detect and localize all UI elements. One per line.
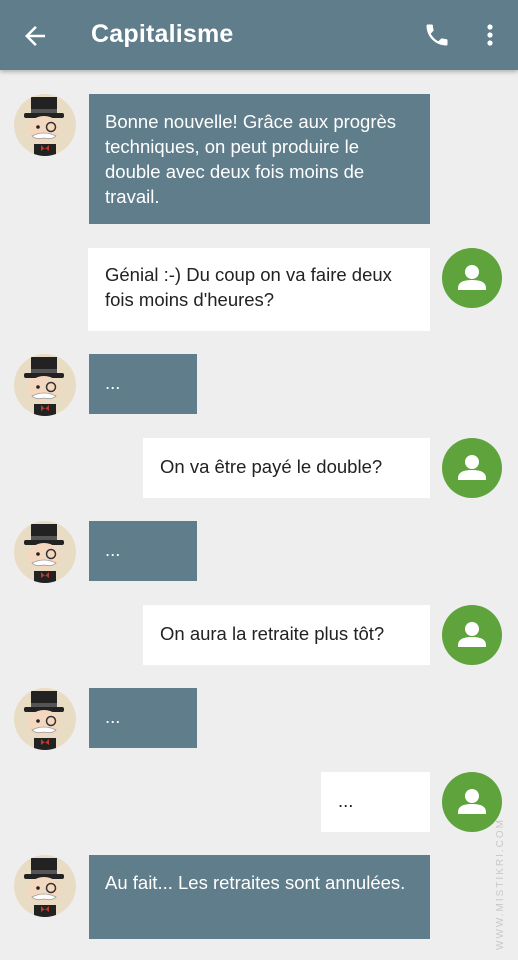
monopoly-man-icon [24,97,64,156]
phone-icon[interactable] [423,21,451,49]
message-bubble[interactable]: ... [89,354,197,414]
more-vert-icon[interactable] [478,20,502,50]
monopoly-man-icon [24,357,64,416]
monopoly-avatar[interactable] [14,94,76,156]
user-avatar[interactable] [442,248,502,308]
person-icon [458,455,486,480]
message-bubble[interactable]: Au fait... Les retraites sont annulées. [89,855,430,939]
user-avatar[interactable] [442,605,502,665]
monopoly-avatar[interactable] [14,521,76,583]
arrow-back-icon[interactable] [20,21,50,51]
monopoly-man-icon [24,691,64,750]
monopoly-man-icon [24,524,64,583]
message-bubble[interactable]: Génial :-) Du coup on va faire deux fois… [88,248,430,331]
conversation-title: Capitalisme [91,20,234,48]
app-bar: Capitalisme [0,0,518,70]
message-bubble[interactable]: ... [89,688,197,748]
message-bubble[interactable]: On va être payé le double? [143,438,430,498]
message-bubble[interactable]: Bonne nouvelle! Grâce aux progrès techni… [89,94,430,224]
watermark: WWW.MISTIKRI.COM [495,818,506,950]
message-bubble[interactable]: ... [321,772,430,832]
monopoly-avatar[interactable] [14,855,76,917]
person-icon [458,789,486,814]
message-bubble[interactable]: On aura la retraite plus tôt? [143,605,430,665]
person-icon [458,265,486,290]
person-icon [458,622,486,647]
monopoly-avatar[interactable] [14,688,76,750]
message-bubble[interactable]: ... [89,521,197,581]
monopoly-avatar[interactable] [14,354,76,416]
user-avatar[interactable] [442,438,502,498]
user-avatar[interactable] [442,772,502,832]
monopoly-man-icon [24,858,64,917]
